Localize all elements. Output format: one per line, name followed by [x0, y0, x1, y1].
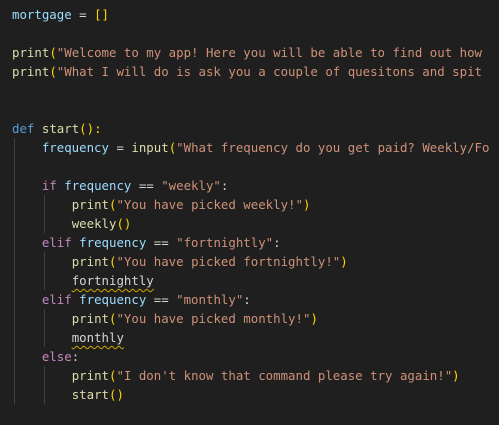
code-line[interactable]: monthly	[12, 328, 124, 347]
print-call: print	[71, 311, 109, 326]
code-line[interactable]: fortnightly	[12, 271, 154, 290]
colon: :	[273, 235, 281, 250]
open-paren: (	[49, 45, 57, 60]
picked-monthly-string: "You have picked monthly!"	[116, 311, 311, 326]
code-line[interactable]: def start():	[12, 119, 102, 138]
assign-operator: =	[71, 7, 95, 22]
print-call: print	[12, 45, 50, 60]
code-line[interactable]: elif frequency == "monthly":	[12, 290, 251, 309]
input-prompt-string: "What frequency do you get paid? Weekly/…	[176, 140, 490, 155]
code-line[interactable]: print("You have picked fortnightly!")	[12, 252, 348, 271]
frequency-variable: frequency	[79, 235, 147, 250]
intro-string: "What I will do is ask you a couple of q…	[56, 64, 482, 79]
print-call: print	[71, 368, 109, 383]
else-keyword: else	[41, 349, 72, 364]
code-line[interactable]: mortgage = []	[12, 5, 109, 24]
frequency-variable: frequency	[41, 140, 109, 155]
code-line[interactable]: print("Welcome to my app! Here you will …	[12, 43, 482, 62]
code-line[interactable]: elif frequency == "fortnightly":	[12, 233, 281, 252]
monthly-name-warning[interactable]: monthly	[72, 330, 124, 345]
input-call: input	[131, 140, 169, 155]
code-line[interactable]: print("You have picked monthly!")	[12, 309, 318, 328]
code-line[interactable]: start()	[12, 385, 124, 404]
if-keyword: if	[41, 178, 57, 193]
elif-keyword: elif	[41, 292, 72, 307]
monthly-string: "monthly"	[176, 292, 244, 307]
weekly-function-call: weekly	[71, 216, 117, 231]
code-line[interactable]: print("You have picked weekly!")	[12, 195, 311, 214]
close-paren: )	[310, 311, 318, 326]
fortnightly-string: "fortnightly"	[176, 235, 274, 250]
equality-operator: ==	[131, 178, 162, 193]
weekly-string: "weekly"	[161, 178, 221, 193]
picked-weekly-string: "You have picked weekly!"	[116, 197, 303, 212]
equality-operator: ==	[146, 235, 177, 250]
frequency-variable: frequency	[64, 178, 132, 193]
code-line[interactable]: weekly()	[12, 214, 132, 233]
equality-operator: ==	[146, 292, 177, 307]
mortgage-variable: mortgage	[12, 7, 72, 22]
start-function-call: start	[71, 387, 109, 402]
empty-list: []	[94, 7, 109, 22]
assign-operator: =	[108, 140, 132, 155]
def-signature-tail: ():	[79, 121, 102, 136]
fortnightly-name-warning[interactable]: fortnightly	[72, 273, 154, 288]
code-line[interactable]: frequency = input("What frequency do you…	[12, 138, 490, 157]
print-call: print	[71, 254, 109, 269]
print-call: print	[71, 197, 109, 212]
code-editor[interactable]: mortgage = [] print("Welcome to my app! …	[0, 0, 499, 425]
def-keyword: def	[12, 121, 35, 136]
close-paren: )	[302, 197, 311, 212]
start-function-name: start	[41, 121, 80, 136]
unknown-command-string: "I don't know that command please try ag…	[116, 368, 453, 383]
code-line[interactable]: else:	[12, 347, 79, 366]
frequency-variable: frequency	[79, 292, 147, 307]
print-call: print	[12, 64, 50, 79]
welcome-string: "Welcome to my app! Here you will be abl…	[56, 45, 482, 60]
call-parens: ()	[116, 216, 132, 231]
picked-fortnightly-string: "You have picked fortnightly!"	[116, 254, 341, 269]
code-line[interactable]: print("I don't know that command please …	[12, 366, 460, 385]
call-parens: ()	[109, 387, 124, 402]
colon: :	[220, 178, 229, 193]
colon: :	[71, 349, 80, 364]
open-paren: (	[49, 64, 57, 79]
close-paren: )	[340, 254, 348, 269]
code-line[interactable]: print("What I will do is ask you a coupl…	[12, 62, 482, 81]
code-line[interactable]: if frequency == "weekly":	[12, 176, 229, 195]
colon: :	[243, 292, 251, 307]
elif-keyword: elif	[41, 235, 72, 250]
close-paren: )	[452, 368, 460, 383]
